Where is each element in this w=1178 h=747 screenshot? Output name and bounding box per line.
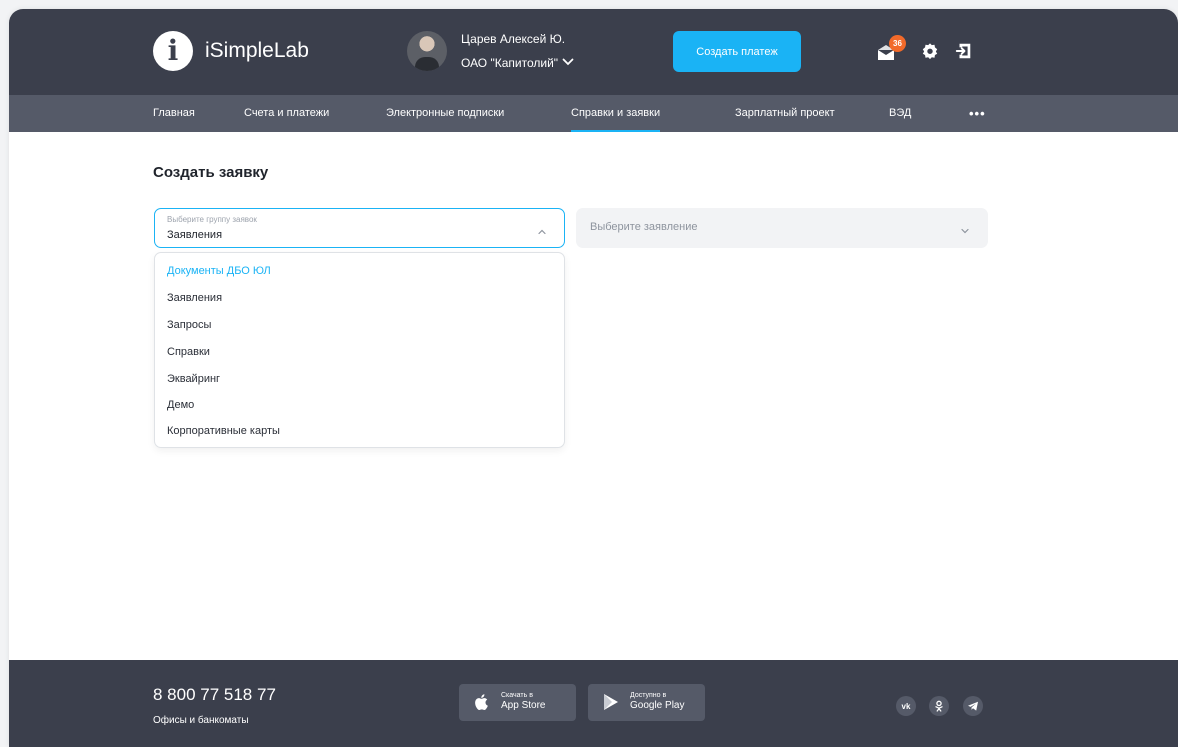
- group-select-caption: Выберите группу заявок: [167, 215, 257, 224]
- dropdown-option[interactable]: Документы ДБО ЮЛ: [167, 265, 271, 277]
- page-title: Создать заявку: [153, 164, 269, 181]
- chevron-up-icon: [537, 224, 547, 235]
- offices-link[interactable]: Офисы и банкоматы: [153, 715, 249, 726]
- google-play-line1: Доступно в: [630, 692, 667, 699]
- dropdown-option[interactable]: Справки: [167, 346, 210, 358]
- brand-name: iSimpleLab: [205, 39, 309, 62]
- dropdown-option[interactable]: Демо: [167, 399, 194, 411]
- group-dropdown-list: Документы ДБО ЮЛ Заявления Запросы Справ…: [154, 252, 565, 448]
- nav-item-requests[interactable]: Справки и заявки: [571, 95, 661, 132]
- vk-icon[interactable]: vk: [896, 696, 916, 716]
- main-nav: Главная Счета и платежи Электронные подп…: [9, 95, 1178, 132]
- group-select[interactable]: Выберите группу заявок Заявления: [154, 208, 565, 248]
- google-play-button[interactable]: Доступно в Google Play: [588, 684, 705, 721]
- avatar[interactable]: [407, 31, 447, 71]
- app-store-line1: Скачать в: [501, 692, 533, 699]
- app-window: i iSimpleLab Царев Алексей Ю. ОАО "Капит…: [9, 9, 1178, 747]
- odnoklassniki-icon[interactable]: [929, 696, 949, 716]
- statement-select-placeholder: Выберите заявление: [590, 221, 698, 233]
- app-store-line2: App Store: [501, 700, 546, 711]
- dropdown-option[interactable]: Заявления: [167, 292, 222, 304]
- logout-icon[interactable]: [955, 42, 973, 60]
- statement-select[interactable]: Выберите заявление: [576, 208, 988, 248]
- telegram-icon[interactable]: [963, 696, 983, 716]
- google-play-icon: [601, 692, 621, 712]
- dropdown-option[interactable]: Корпоративные карты: [167, 425, 280, 437]
- gear-icon[interactable]: [921, 42, 939, 60]
- notifications-badge: 36: [889, 35, 906, 52]
- nav-item-subscriptions[interactable]: Электронные подписки: [386, 95, 504, 132]
- google-play-line2: Google Play: [630, 700, 685, 711]
- apple-icon: [472, 692, 492, 712]
- nav-item-accounts[interactable]: Счета и платежи: [244, 95, 329, 132]
- footer-phone[interactable]: 8 800 77 518 77: [153, 685, 276, 705]
- org-name: ОАО "Капитолий": [461, 56, 559, 70]
- nav-item-home[interactable]: Главная: [153, 95, 195, 132]
- chevron-down-icon: [960, 223, 970, 234]
- org-selector[interactable]: ОАО "Капитолий": [461, 56, 574, 70]
- app-store-button[interactable]: Скачать в App Store: [459, 684, 576, 721]
- header: i iSimpleLab Царев Алексей Ю. ОАО "Капит…: [9, 9, 1178, 95]
- nav-item-ved[interactable]: ВЭД: [889, 95, 911, 132]
- more-menu-button[interactable]: •••: [969, 95, 986, 132]
- user-name: Царев Алексей Ю.: [461, 32, 566, 46]
- dropdown-option[interactable]: Запросы: [167, 319, 211, 331]
- nav-item-salary[interactable]: Зарплатный проект: [735, 95, 835, 132]
- logo-icon: i: [153, 31, 193, 71]
- dropdown-option[interactable]: Эквайринг: [167, 373, 220, 385]
- chevron-down-icon: [562, 56, 574, 70]
- group-select-value: Заявления: [167, 229, 223, 241]
- create-payment-button[interactable]: Создать платеж: [673, 31, 801, 72]
